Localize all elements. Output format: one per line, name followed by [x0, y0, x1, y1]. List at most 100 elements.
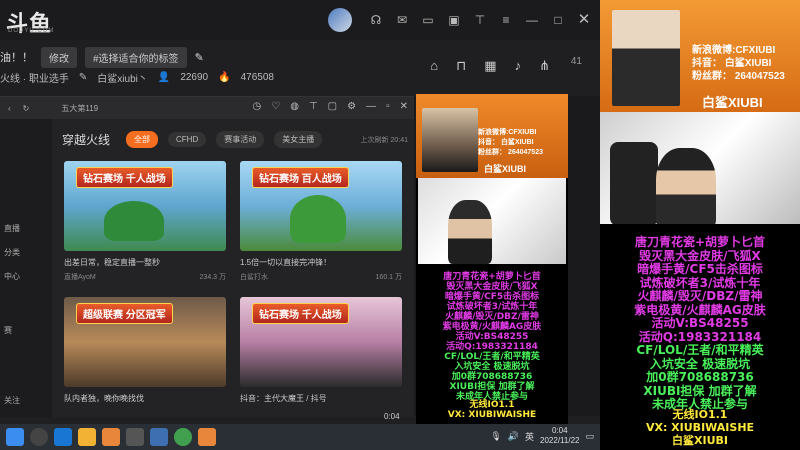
promo-line: 唐刀青花瓷+胡萝卜匕首: [634, 235, 766, 249]
browser-tab-title[interactable]: 五大第119: [61, 103, 98, 114]
promo-line: CF/LOL/王者/和平精英: [636, 343, 764, 357]
shirt-icon[interactable]: ⊤: [309, 101, 318, 112]
chrome-icon[interactable]: [126, 428, 144, 446]
ime-indicator[interactable]: 英: [525, 430, 534, 443]
chip-cfhd[interactable]: CFHD: [168, 132, 207, 147]
system-tray: 🎙 🔊 英 0:04 2022/11/22 ▭: [490, 426, 594, 446]
stream-thumbnail[interactable]: 钻石赛场 百人战场: [240, 161, 402, 251]
app-icon[interactable]: [198, 428, 216, 446]
sidebar-item[interactable]: 分类: [4, 247, 20, 258]
card-banner: 钻石赛场 千人战场: [76, 167, 173, 188]
captured-browser: ‹ ↻ 五大第119 ◷ ♡ ◍ ⊤ ▢ ⚙ — ▫ ✕ 直播 分类 中心 赛 …: [0, 96, 414, 417]
card-author: 白鲨打水: [240, 274, 268, 281]
card-author: 直播AyoM: [64, 274, 96, 281]
streamer-photo: [422, 108, 478, 172]
card-title[interactable]: 出差日常，稳定直播一整秒: [64, 257, 226, 268]
share-icon[interactable]: ⋔: [539, 58, 550, 74]
weibo-text: 新浪微博:CFXIUBI: [692, 45, 776, 56]
chip-events[interactable]: 赛事活动: [216, 131, 265, 148]
card-title[interactable]: 队内者独，晚你晚找伐: [64, 393, 226, 404]
channel-category[interactable]: 火线 · 职业选手: [0, 70, 69, 85]
promo-line: 无线IO1.1: [469, 400, 515, 410]
edge-icon[interactable]: [54, 428, 72, 446]
search-icon[interactable]: [30, 428, 48, 446]
stream-card[interactable]: 钻石赛场 千人战场 出差日常，稳定直播一整秒 直播AyoM 234.3 万: [64, 161, 226, 293]
streamer-name: 白鲨xiubi丶: [97, 73, 148, 85]
gift-icon[interactable]: ⌂: [430, 58, 438, 74]
globe-icon[interactable]: ◍: [290, 101, 299, 112]
grid-icon[interactable]: ▦: [484, 58, 496, 74]
douyu-icon[interactable]: [78, 428, 96, 446]
refresh-icon[interactable]: ↻: [23, 104, 30, 113]
window-icon[interactable]: [150, 428, 168, 446]
promo-line: 白鲨XIUBI: [672, 434, 728, 447]
promo-line: 暗爆手黄/CF5击杀图标: [444, 292, 540, 302]
lock-icon[interactable]: ⊓: [456, 58, 466, 74]
overlay-card-small: 新浪微博:CFXIUBI 抖音： 白鲨XIUBI 粉丝群： 264047523 …: [416, 94, 568, 424]
menu-icon[interactable]: ≡: [498, 12, 514, 28]
windows-start-icon[interactable]: [6, 428, 24, 446]
card-count: 160.1 万: [375, 274, 402, 281]
stream-card[interactable]: 钻石赛场 千人战场 抖音：主代大魔王 / 抖号: [240, 297, 402, 429]
speaker-icon[interactable]: 🔊: [508, 431, 519, 442]
clock-time: 0:04: [551, 426, 568, 435]
close-icon[interactable]: ✕: [400, 101, 408, 112]
chip-beauty[interactable]: 美女主播: [274, 131, 323, 148]
minimize-icon[interactable]: —: [524, 12, 540, 28]
maximize-icon[interactable]: ▫: [386, 101, 390, 112]
sidebar-item[interactable]: 关注: [4, 395, 20, 406]
stream-thumbnail[interactable]: 钻石赛场 千人战场: [64, 161, 226, 251]
shirt-icon[interactable]: ⊤: [472, 12, 488, 28]
edit-button[interactable]: 修改: [41, 46, 77, 68]
promo-line: CF/LOL/王者/和平精英: [444, 352, 540, 362]
tag-chip[interactable]: #选择适合你的标签: [85, 46, 187, 68]
refresh-text: 上次刷新 20:41: [360, 137, 408, 144]
game-icon[interactable]: [174, 428, 192, 446]
stream-card[interactable]: 钻石赛场 百人战场 1.5倍一切以直接完冲锋！ 白鲨打水 160.1 万: [240, 161, 402, 293]
browser-icons: ◷ ♡ ◍ ⊤ ▢ ⚙ — ▫ ✕: [252, 101, 408, 112]
back-icon[interactable]: ‹: [8, 104, 11, 113]
card-title[interactable]: 抖音：主代大魔王 / 抖号: [240, 393, 402, 404]
card-title[interactable]: 1.5倍一切以直接完冲锋！: [240, 257, 402, 268]
game-header: 穿越火线 全部 CFHD 赛事活动 美女主播: [62, 131, 323, 148]
stream-thumbnail[interactable]: 超级联赛 分区冠军: [64, 297, 226, 387]
nameplate: 新浪微博:CFXIUBI 抖音： 白鲨XIUBI 粉丝群： 264047523 …: [416, 94, 568, 178]
browser-content: 直播 分类 中心 赛 关注 穿越火线 全部 CFHD 赛事活动 美女主播 上次刷…: [0, 119, 414, 417]
headset-icon[interactable]: ☊: [368, 12, 384, 28]
overlay-card-large: 新浪微博:CFXIUBI 抖音： 白鲨XIUBI 粉丝群： 264047523 …: [600, 0, 800, 450]
minimize-icon[interactable]: —: [366, 101, 376, 112]
pencil-icon[interactable]: ✎: [79, 72, 87, 83]
close-icon[interactable]: ✕: [576, 12, 592, 28]
bell-icon[interactable]: ♪: [515, 58, 522, 74]
sidebar-item[interactable]: 直播: [4, 223, 20, 234]
chip-all[interactable]: 全部: [126, 131, 159, 148]
card-meta: 直播AyoM 234.3 万: [64, 272, 226, 282]
douyin-text: 抖音： 白鲨XIUBI: [478, 139, 534, 146]
settings-icon[interactable]: ⚙: [347, 101, 356, 112]
user-icon: 👤: [157, 71, 171, 83]
notification-icon[interactable]: ▭: [585, 431, 594, 442]
stream-thumbnail[interactable]: 钻石赛场 千人战场: [240, 297, 402, 387]
clock[interactable]: 0:04 2022/11/22: [540, 426, 579, 446]
gaming-chair: [610, 142, 658, 224]
history-icon[interactable]: ◷: [252, 101, 261, 112]
avatar[interactable]: [328, 8, 352, 32]
promo-line: 活动Q:1983321184: [638, 329, 762, 344]
app-icon[interactable]: [102, 428, 120, 446]
stream-card[interactable]: 超级联赛 分区冠军 队内者独，晚你晚找伐: [64, 297, 226, 429]
browser-titlebar: ‹ ↻ 五大第119 ◷ ♡ ◍ ⊤ ▢ ⚙ — ▫ ✕: [0, 97, 414, 119]
maximize-icon[interactable]: □: [550, 12, 566, 28]
mic-icon[interactable]: 🎙: [490, 431, 501, 442]
webcam-feed-large: [600, 112, 800, 224]
box-icon[interactable]: ▢: [328, 101, 337, 112]
monitor-icon[interactable]: ▭: [420, 12, 436, 28]
save-icon[interactable]: ▣: [446, 12, 462, 28]
promo-line: 加0群708688736: [451, 372, 533, 382]
promo-line: 紫电极黄/火麒麟AG皮肤: [442, 322, 542, 332]
mail-icon[interactable]: ✉: [394, 12, 410, 28]
sidebar-item[interactable]: 中心: [4, 271, 20, 282]
edit-pencil-icon[interactable]: ✎: [195, 51, 204, 64]
stats-row: 火线 · 职业选手 ✎ 白鲨xiubi丶 👤 22690 🔥 476508: [0, 68, 274, 86]
heart-icon[interactable]: ♡: [271, 101, 280, 112]
sidebar-item[interactable]: 赛: [4, 325, 12, 336]
